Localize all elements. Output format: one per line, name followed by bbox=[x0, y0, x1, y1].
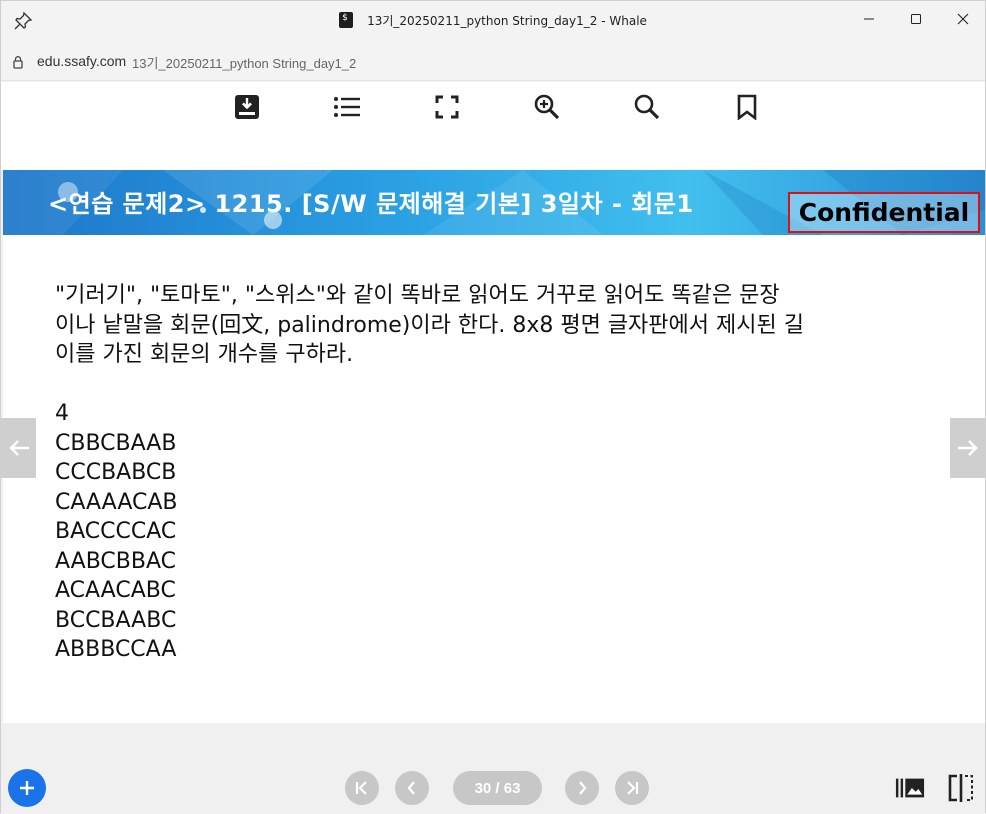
plus-icon bbox=[20, 781, 34, 795]
document-viewer: <연습 문제2> 1215. [S/W 문제해결 기본] 3일차 - 회문1 C… bbox=[1, 170, 985, 814]
viewer-toolbar bbox=[1, 82, 985, 170]
minimize-button[interactable] bbox=[847, 7, 891, 31]
slide-banner: <연습 문제2> 1215. [S/W 문제해결 기본] 3일차 - 회문1 C… bbox=[3, 170, 985, 235]
arrow-right-icon bbox=[957, 440, 978, 456]
input-line: AABCBBAC bbox=[55, 548, 176, 574]
page-indicator[interactable]: 30 / 63 bbox=[453, 771, 542, 805]
address-bar[interactable]: edu.ssafy.com 13기_20250211_python String… bbox=[1, 41, 985, 81]
input-line: 4 bbox=[55, 401, 69, 426]
previous-page-button[interactable] bbox=[395, 771, 429, 805]
zoom-in-icon[interactable] bbox=[532, 92, 562, 122]
split-view-icon[interactable] bbox=[946, 773, 976, 803]
next-page-button[interactable] bbox=[565, 771, 599, 805]
description-line: 이를 가진 회문의 개수를 구하라. bbox=[55, 342, 354, 367]
url-domain: edu.ssafy.com bbox=[37, 53, 127, 69]
url-page-title: 13기_20250211_python String_day1_2 bbox=[132, 56, 357, 71]
input-line: BACCCCAC bbox=[55, 519, 177, 544]
description-line: "기러기", "토마토", "스위스"와 같이 똑바로 읽어도 거꾸로 읽어도 … bbox=[55, 283, 780, 308]
description-line: 이나 낱말을 회문(回文, palindrome)이라 한다. 8x8 평면 글… bbox=[55, 312, 804, 338]
bottom-bar: 30 / 63 bbox=[1, 759, 985, 814]
problem-description: "기러기", "토마토", "스위스"와 같이 똑바로 읽어도 거꾸로 읽어도 … bbox=[55, 281, 925, 370]
close-button[interactable] bbox=[941, 7, 985, 31]
confidential-label: Confidential bbox=[788, 192, 980, 233]
first-page-button[interactable] bbox=[345, 771, 379, 805]
input-line: ACAACABC bbox=[55, 578, 176, 603]
chevron-left-icon bbox=[407, 781, 415, 795]
input-line: BCCBAABC bbox=[55, 607, 177, 633]
chevron-right-icon bbox=[579, 781, 587, 795]
bookmark-icon[interactable] bbox=[732, 92, 762, 122]
app-tab-icon bbox=[339, 11, 354, 28]
gallery-icon[interactable] bbox=[895, 773, 925, 803]
input-line: CAAAACAB bbox=[55, 489, 178, 515]
input-line: CBBCBAAB bbox=[55, 430, 177, 456]
fullscreen-icon[interactable] bbox=[432, 92, 462, 122]
slide-title: <연습 문제2> 1215. [S/W 문제해결 기본] 3일차 - 회문1 bbox=[48, 190, 694, 218]
add-button[interactable] bbox=[8, 769, 46, 807]
search-icon[interactable] bbox=[632, 92, 662, 122]
arrow-left-icon bbox=[8, 440, 29, 456]
slide-page: <연습 문제2> 1215. [S/W 문제해결 기본] 3일차 - 회문1 C… bbox=[3, 170, 985, 723]
input-line: ABBBCCAA bbox=[55, 637, 177, 662]
title-bar: 13기_20250211_python String_day1_2 - Whal… bbox=[1, 1, 985, 41]
last-page-button[interactable] bbox=[615, 771, 649, 805]
input-line: CCCBABCB bbox=[55, 460, 177, 485]
slide-body: "기러기", "토마토", "스위스"와 같이 똑바로 읽어도 거꾸로 읽어도 … bbox=[55, 281, 925, 665]
window-title: 13기_20250211_python String_day1_2 - Whal… bbox=[367, 14, 647, 28]
browser-window: 13기_20250211_python String_day1_2 - Whal… bbox=[0, 0, 986, 814]
previous-page-arrow[interactable] bbox=[1, 418, 36, 478]
first-page-icon bbox=[355, 781, 367, 795]
next-page-arrow[interactable] bbox=[950, 418, 985, 478]
list-icon[interactable] bbox=[332, 92, 362, 122]
window-title-container: 13기_20250211_python String_day1_2 - Whal… bbox=[1, 11, 985, 30]
lock-icon[interactable] bbox=[11, 54, 25, 69]
download-icon[interactable] bbox=[232, 92, 262, 122]
sample-input: 4 CBBCBAAB CCCBABCB CAAAACAB BACCCCAC AA… bbox=[55, 399, 925, 665]
maximize-button[interactable] bbox=[894, 7, 938, 31]
last-page-icon bbox=[627, 781, 639, 795]
